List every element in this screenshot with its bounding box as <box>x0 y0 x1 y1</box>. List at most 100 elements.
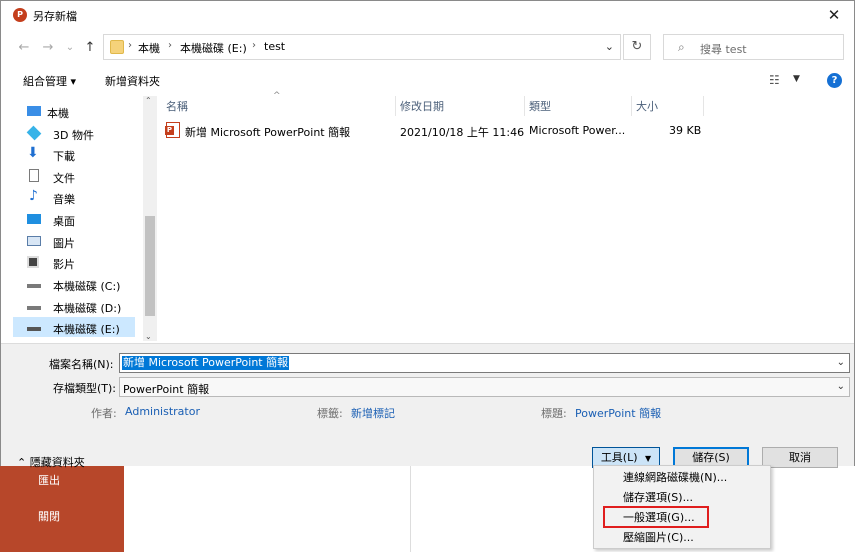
refresh-icon[interactable]: ↻ <box>623 34 651 60</box>
table-row[interactable]: 新增 Microsoft PowerPoint 簡報 2021/10/18 上午… <box>161 120 851 140</box>
column-header-modified[interactable]: 修改日期 <box>400 98 444 114</box>
sidebar-item-drive-d[interactable]: 本機磁碟 (D:) <box>13 296 135 316</box>
chevron-up-icon: ⌃ <box>17 456 27 469</box>
column-header-type[interactable]: 類型 <box>529 98 551 114</box>
sidebar-item-documents[interactable]: 文件 <box>13 166 135 186</box>
chevron-right-icon: › <box>168 40 172 51</box>
recent-locations-chevron-icon[interactable]: ⌄ <box>61 39 79 57</box>
sidebar-item-label: 3D 物件 <box>53 129 94 142</box>
filename-label: 檔案名稱(N): <box>49 358 114 371</box>
search-placeholder: 搜尋 test <box>700 43 747 56</box>
search-box[interactable]: ⌕ 搜尋 test <box>663 34 844 60</box>
menu-item-compress-pictures[interactable]: 壓縮圖片(C)... <box>594 528 770 548</box>
filetype-select[interactable]: PowerPoint 簡報 ⌄ <box>119 377 850 397</box>
filetype-label: 存檔類型(T): <box>53 382 117 395</box>
drive-icon <box>27 306 41 310</box>
sidebar-item-pictures[interactable]: 圖片 <box>13 231 135 251</box>
dropdown-arrow-icon: ▼ <box>645 454 652 463</box>
pictures-icon <box>27 236 41 246</box>
column-header-size[interactable]: 大小 <box>636 98 658 114</box>
tags-value[interactable]: 新增標記 <box>351 405 395 421</box>
sidebar-item-label: 本機磁碟 (E:) <box>53 323 120 336</box>
chevron-down-icon[interactable]: ⌄ <box>837 381 845 392</box>
command-bar: 組合管理 ▾ 新增資料夾 ☷ ▼ ? <box>1 68 854 92</box>
navigation-scrollbar[interactable]: ⌃ ⌄ <box>143 96 157 341</box>
hide-folders-label: 隱藏資料夾 <box>29 456 85 469</box>
column-header-name[interactable]: 名稱 <box>166 98 188 114</box>
scroll-up-icon[interactable]: ⌃ <box>145 96 152 105</box>
subject-label: 標題: <box>541 407 567 420</box>
breadcrumb-drive-e[interactable]: 本機磁碟 (E:) <box>180 40 247 56</box>
sidebar-item-3d-objects[interactable]: 3D 物件 <box>13 123 135 143</box>
back-arrow-icon[interactable]: ← <box>15 39 33 57</box>
sidebar-item-drive-c[interactable]: 本機磁碟 (C:) <box>13 274 135 294</box>
sidebar-item-music[interactable]: ♪ 音樂 <box>13 187 135 207</box>
backstage-sidebar <box>0 466 124 552</box>
view-options-icon[interactable]: ☷ <box>769 73 780 87</box>
sidebar-item-label: 音樂 <box>53 193 75 206</box>
forward-arrow-icon[interactable]: → <box>39 39 57 57</box>
annotation-highlight-box <box>603 506 709 528</box>
organize-button[interactable]: 組合管理 ▾ <box>23 73 76 89</box>
sort-ascending-icon: ^ <box>273 91 281 101</box>
videos-icon <box>27 256 39 268</box>
sidebar-item-label: 本機磁碟 (C:) <box>53 280 121 293</box>
chevron-down-icon[interactable]: ⌄ <box>837 357 845 368</box>
sidebar-item-label: 圖片 <box>53 237 75 250</box>
desktop-icon <box>27 214 41 224</box>
up-arrow-icon[interactable]: ↑ <box>81 39 99 57</box>
sidebar-item-drive-e[interactable]: 本機磁碟 (E:) <box>13 317 135 337</box>
sidebar-item-this-pc[interactable]: 本機 <box>13 101 135 121</box>
search-icon: ⌕ <box>678 40 685 54</box>
sidebar-item-videos[interactable]: 影片 <box>13 252 135 272</box>
powerpoint-file-icon <box>165 122 180 138</box>
sidebar-item-downloads[interactable]: ⬇ 下載 <box>13 144 135 164</box>
sidebar-item-desktop[interactable]: 桌面 <box>13 209 135 229</box>
sidebar-item-label: 文件 <box>53 172 75 185</box>
backstage-export-item[interactable]: 匯出 <box>38 472 60 488</box>
navigation-pane: 本機 3D 物件 ⬇ 下載 文件 ♪ 音樂 桌面 圖片 影片 本機磁碟 (C:)… <box>13 96 157 341</box>
filetype-value: PowerPoint 簡報 <box>123 383 210 396</box>
menu-item-save-options[interactable]: 儲存選項(S)... <box>594 488 770 508</box>
file-type: Microsoft Power... <box>529 124 626 137</box>
scroll-down-icon[interactable]: ⌄ <box>145 332 152 341</box>
save-form: 檔案名稱(N): 新增 Microsoft PowerPoint 簡報 ⌄ 存檔… <box>1 343 854 469</box>
column-divider[interactable] <box>524 96 525 116</box>
close-icon[interactable]: ✕ <box>824 5 844 25</box>
document-icon <box>29 169 39 182</box>
scrollbar-thumb[interactable] <box>145 216 155 316</box>
column-divider[interactable] <box>703 96 704 116</box>
file-modified: 2021/10/18 上午 11:46 <box>400 126 525 139</box>
chevron-right-icon: › <box>128 40 132 51</box>
breadcrumb-test[interactable]: test <box>264 40 285 53</box>
music-icon: ♪ <box>29 188 38 204</box>
file-list: ^ 名稱 修改日期 類型 大小 新增 Microsoft PowerPoint … <box>161 91 851 341</box>
breadcrumb-this-pc[interactable]: 本機 <box>138 40 160 56</box>
cancel-button[interactable]: 取消 <box>762 447 838 468</box>
chevron-down-icon[interactable]: ▼ <box>793 74 800 84</box>
save-as-dialog: P 另存新檔 ✕ ← → ⌄ ↑ › 本機 › 本機磁碟 (E:) › test… <box>0 0 855 469</box>
sidebar-item-label: 桌面 <box>53 215 75 228</box>
subject-value[interactable]: PowerPoint 簡報 <box>575 405 661 421</box>
folder-icon <box>110 40 124 54</box>
address-bar[interactable]: › 本機 › 本機磁碟 (E:) › test ⌄ <box>103 34 621 60</box>
help-icon[interactable]: ? <box>827 73 842 88</box>
filename-field[interactable]: 新增 Microsoft PowerPoint 簡報 ⌄ <box>119 353 850 373</box>
sidebar-item-label: 影片 <box>53 258 75 271</box>
column-divider[interactable] <box>631 96 632 116</box>
backstage-close-item[interactable]: 關閉 <box>38 508 60 524</box>
3d-objects-icon <box>26 125 42 141</box>
sidebar-item-label: 本機 <box>47 107 69 120</box>
hide-folders-button[interactable]: ⌃ 隱藏資料夾 <box>17 454 85 470</box>
menu-item-map-network-drive[interactable]: 連線網路磁碟機(N)... <box>594 468 770 488</box>
new-folder-button[interactable]: 新增資料夾 <box>105 73 160 89</box>
tags-label: 標籤: <box>317 407 343 420</box>
dialog-title: 另存新檔 <box>33 10 77 23</box>
powerpoint-app-icon: P <box>13 8 27 22</box>
drive-icon <box>27 327 41 331</box>
filename-value: 新增 Microsoft PowerPoint 簡報 <box>122 356 290 370</box>
author-value[interactable]: Administrator <box>125 405 200 418</box>
column-divider[interactable] <box>395 96 396 116</box>
chevron-down-icon[interactable]: ⌄ <box>605 40 614 53</box>
author-label: 作者: <box>91 407 117 420</box>
